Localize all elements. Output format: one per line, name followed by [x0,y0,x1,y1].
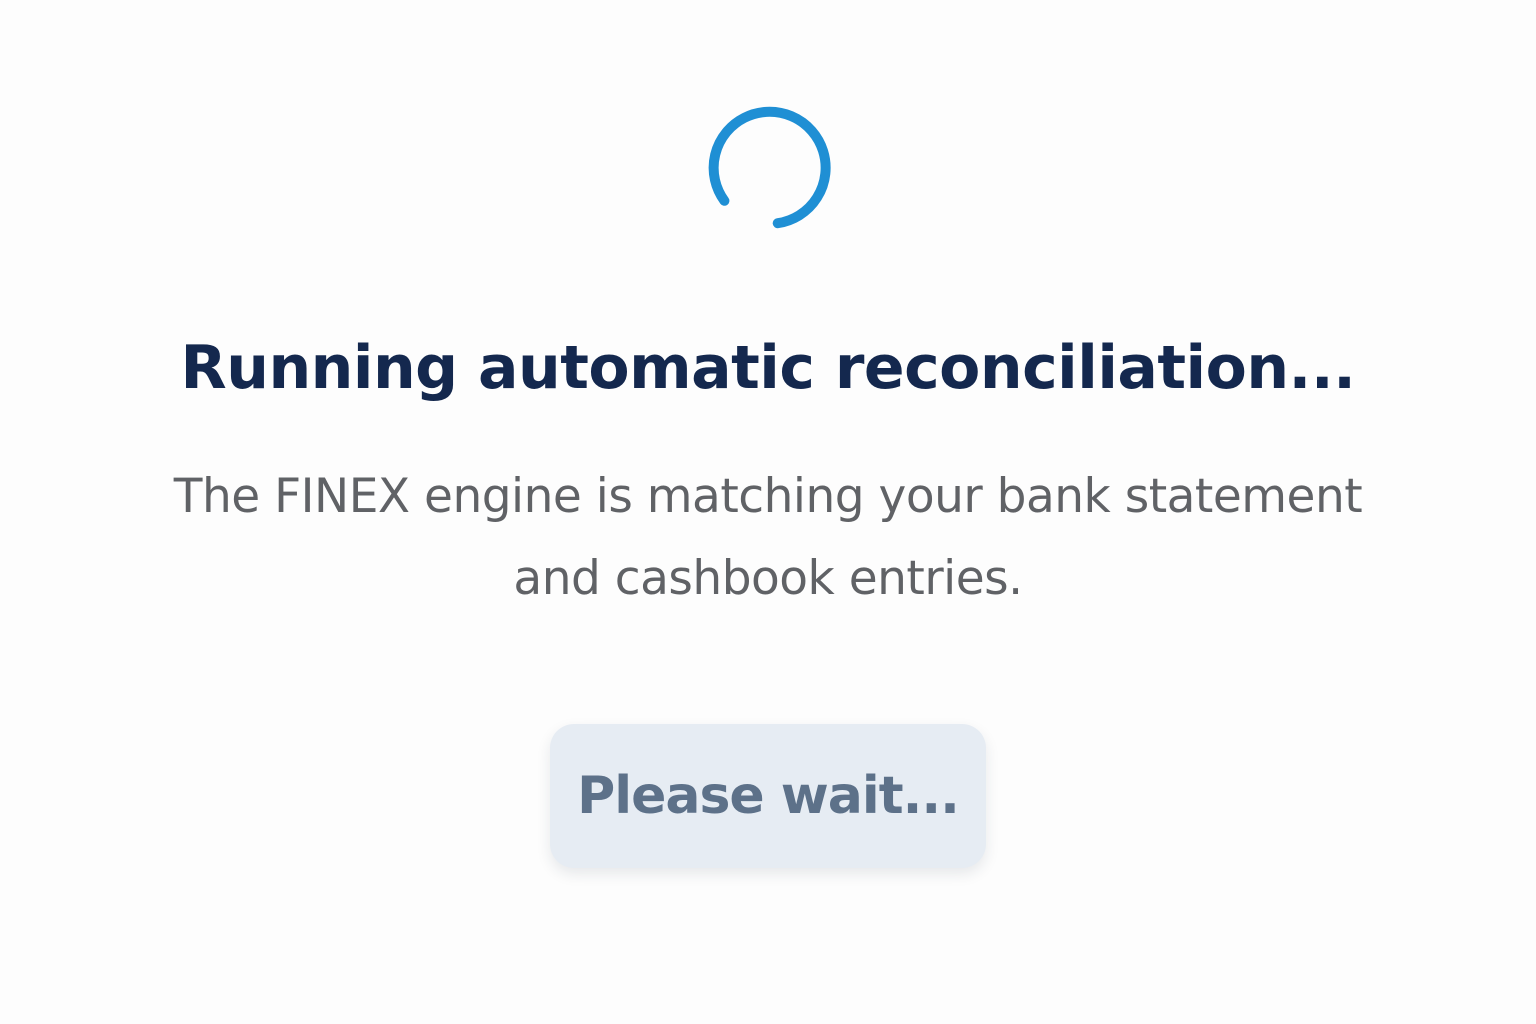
page-title: Running automatic reconciliation... [180,333,1356,403]
please-wait-label: Please wait... [577,766,960,826]
loading-spinner-icon [708,106,831,229]
please-wait-button[interactable]: Please wait... [550,724,986,868]
spinner-arc [708,106,831,229]
loading-screen: Running automatic reconciliation... The … [0,0,1536,1024]
status-message: The FINEX engine is matching your bank s… [173,469,1363,606]
